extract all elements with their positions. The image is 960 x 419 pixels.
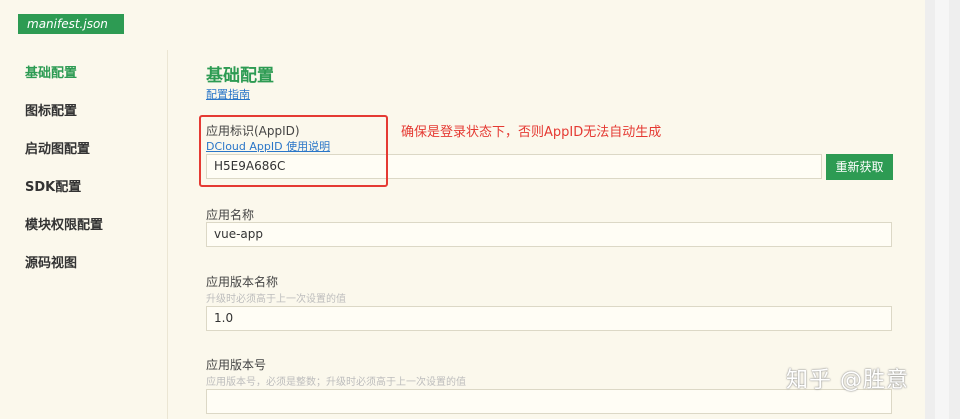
manifest-editor: manifest.json 基础配置 图标配置 启动图配置 SDK配置 模块权限… <box>0 0 960 419</box>
file-tab-manifest[interactable]: manifest.json <box>18 14 124 34</box>
page-title: 基础配置 <box>206 66 274 86</box>
sidebar-divider <box>167 50 168 419</box>
version-name-input[interactable]: 1.0 <box>206 306 892 331</box>
sidebar-item-module-permissions[interactable]: 模块权限配置 <box>25 214 103 233</box>
sidebar-item-basic-config[interactable]: 基础配置 <box>25 62 77 81</box>
sidebar-item-source-view[interactable]: 源码视图 <box>25 252 77 271</box>
app-name-input[interactable]: vue-app <box>206 222 892 247</box>
sidebar-item-icon-config[interactable]: 图标配置 <box>25 100 77 119</box>
scrollbar-track[interactable] <box>935 0 949 419</box>
sidebar: 基础配置 图标配置 启动图配置 SDK配置 模块权限配置 源码视图 <box>0 50 168 419</box>
highlight-box <box>199 115 388 187</box>
version-code-hint: 应用版本号，必须是整数；升级时必须高于上一次设置的值 <box>206 377 466 388</box>
version-code-label: 应用版本号 <box>206 358 267 372</box>
annotation-note: 确保是登录状态下，否则AppID无法自动生成 <box>401 125 662 140</box>
config-guide-link[interactable]: 配置指南 <box>206 86 250 102</box>
sidebar-item-splash-config[interactable]: 启动图配置 <box>25 138 90 157</box>
version-name-label: 应用版本名称 <box>206 275 279 289</box>
watermark: 知乎 @胜意 <box>786 368 909 393</box>
version-name-hint: 升级时必须高于上一次设置的值 <box>206 294 346 305</box>
sidebar-item-sdk-config[interactable]: SDK配置 <box>25 176 81 195</box>
scrollbar-area[interactable] <box>925 0 960 419</box>
refresh-appid-button[interactable]: 重新获取 <box>826 154 893 180</box>
app-name-label: 应用名称 <box>206 208 255 222</box>
